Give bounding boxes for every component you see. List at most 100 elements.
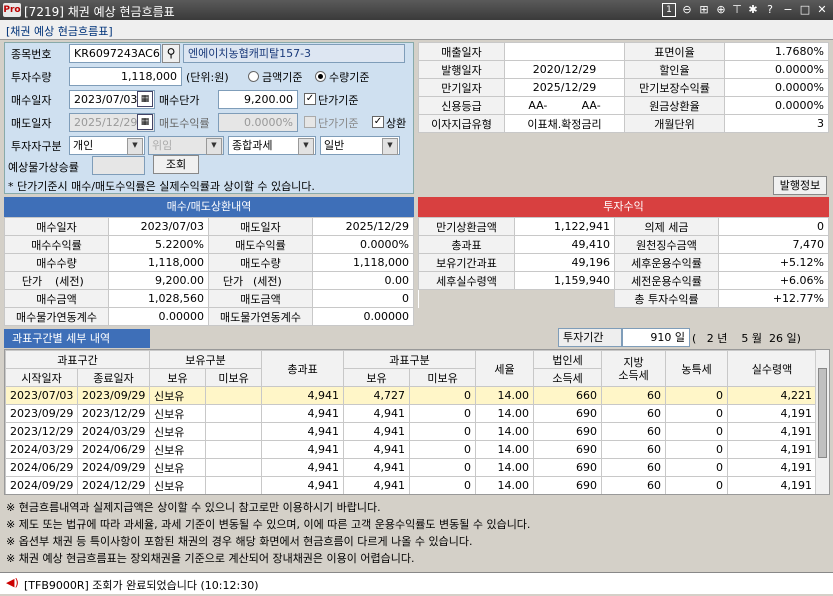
header-own: 보유 bbox=[149, 368, 207, 387]
table-cell: 4,941 bbox=[343, 458, 411, 477]
trade-table: 매수일자 2023/07/03 매도일자 2025/12/29 매수수익률 5.2200%… bbox=[4, 217, 414, 326]
table-cell: 2023/09/29 bbox=[76, 386, 151, 405]
table-cell: 2024/09/29 bbox=[5, 476, 78, 494]
detail-tab[interactable]: 과표구간별 세부 내역 bbox=[4, 329, 150, 348]
trade-label-sub: (세전) bbox=[55, 274, 84, 288]
qty-radio[interactable] bbox=[315, 71, 326, 82]
calendar-icon[interactable]: ▦ bbox=[137, 91, 153, 107]
returns-empty bbox=[418, 289, 615, 308]
table-cell: 60 bbox=[601, 440, 667, 459]
table-cell: 60 bbox=[601, 458, 667, 477]
returns-value: +12.77% bbox=[718, 289, 829, 308]
trade-label: 매도금액 bbox=[208, 289, 313, 308]
amount-radio[interactable] bbox=[248, 71, 259, 82]
unit-price2-checkbox[interactable] bbox=[304, 116, 316, 128]
entrust-select[interactable]: 위임 bbox=[148, 136, 224, 155]
header-not-own2: 미보유 bbox=[409, 368, 477, 387]
code-input[interactable]: KR6097243AC6 bbox=[69, 44, 161, 63]
trade-row: 매수일자 2023/07/03 매도일자 2025/12/29 bbox=[4, 217, 414, 236]
table-cell: 0 bbox=[409, 404, 477, 423]
pin-icon[interactable]: ⊤ bbox=[730, 3, 744, 17]
table-cell: 4,221 bbox=[727, 386, 818, 405]
trade-label: 매수수량 bbox=[4, 253, 109, 272]
calendar-icon[interactable]: ▦ bbox=[137, 114, 153, 130]
title-bar: Pro [7219] 채권 예상 현금흐름표 1 ⊖ ⊞ ⊕ ⊤ ✱ ? − □… bbox=[0, 0, 833, 20]
zoom-in-icon[interactable]: ⊕ bbox=[714, 3, 728, 17]
trade-row: 단가 (세전) 9,200.00 단가 (세전) 0.00 bbox=[4, 271, 414, 290]
trade-label: 단가 (세전) bbox=[208, 271, 313, 290]
bond-info-label: 매출일자 bbox=[418, 42, 505, 61]
returns-value: 49,196 bbox=[514, 253, 615, 272]
table-cell: 2024/09/29 bbox=[76, 458, 151, 477]
bond-info-label: 할인율 bbox=[624, 60, 725, 79]
query-button[interactable]: 조회 bbox=[153, 155, 199, 174]
issue-info-button[interactable]: 발행정보 bbox=[773, 176, 827, 195]
bond-info-label: 표면이율 bbox=[624, 42, 725, 61]
returns-header: 투자수익 bbox=[418, 197, 829, 217]
trade-label-main: 단가 bbox=[222, 274, 244, 288]
table-cell: 2023/12/29 bbox=[76, 404, 151, 423]
sell-yield-input[interactable]: 0.0000% bbox=[218, 113, 298, 132]
trade-label: 매도수익률 bbox=[208, 235, 313, 254]
trade-label: 매수금액 bbox=[4, 289, 109, 308]
table-cell: 2023/09/29 bbox=[5, 404, 78, 423]
table-cell: 4,191 bbox=[727, 404, 818, 423]
trade-value: 1,028,560 bbox=[108, 289, 209, 308]
returns-label: 만기상환금액 bbox=[418, 217, 515, 236]
table-row[interactable]: 2023/12/29 2024/03/29 신보유 4,941 4,941 0 14.00 6… bbox=[5, 422, 818, 441]
bond-info-value: 1.7680% bbox=[724, 42, 829, 61]
maximize-icon[interactable]: □ bbox=[798, 3, 812, 17]
qty-input[interactable]: 1,118,000 bbox=[69, 67, 182, 86]
general-select[interactable]: 일반 bbox=[320, 136, 400, 155]
table-cell: 0 bbox=[409, 458, 477, 477]
code-name: 엔에이치농협캐피탈157-3 bbox=[183, 44, 405, 63]
table-row[interactable]: 2023/07/03 2023/09/29 신보유 4,941 4,727 0 14.00 6… bbox=[5, 386, 818, 405]
trade-label-sub: (세전) bbox=[253, 274, 282, 288]
table-cell: 0 bbox=[665, 422, 729, 441]
table-cell: 4,191 bbox=[727, 422, 818, 441]
page-number-button[interactable]: 1 bbox=[662, 3, 676, 17]
table-cell bbox=[205, 458, 263, 477]
help-icon[interactable]: ? bbox=[763, 3, 777, 17]
table-row[interactable]: 2024/09/29 2024/12/29 신보유 4,941 4,941 0 14.00 6… bbox=[5, 476, 818, 494]
trade-value: 1,118,000 bbox=[108, 253, 209, 272]
credit-rating-1: AA- bbox=[528, 99, 548, 112]
table-row[interactable]: 2024/06/29 2024/09/29 신보유 4,941 4,941 0 14.00 6… bbox=[5, 458, 818, 477]
zoom-out-icon[interactable]: ⊖ bbox=[680, 3, 694, 17]
bond-info-value: AA- AA- bbox=[504, 96, 625, 115]
returns-value: +6.06% bbox=[718, 271, 829, 290]
tax-select[interactable]: 종합과세 bbox=[228, 136, 316, 155]
bond-info-label: 만기보장수익률 bbox=[624, 78, 725, 97]
table-row[interactable]: 2024/03/29 2024/06/29 신보유 4,941 4,941 0 14.00 6… bbox=[5, 440, 818, 459]
minimize-icon[interactable]: − bbox=[781, 3, 795, 17]
redeem-checkbox[interactable]: ✓ bbox=[372, 116, 384, 128]
scrollbar-thumb[interactable] bbox=[818, 368, 827, 458]
vertical-scrollbar[interactable] bbox=[815, 350, 829, 494]
bond-info-value bbox=[504, 42, 625, 61]
link-icon[interactable]: ⊞ bbox=[697, 3, 711, 17]
trade-value: 2025/12/29 bbox=[312, 217, 414, 236]
investor-select[interactable]: 개인 bbox=[69, 136, 145, 155]
exp-rate-input[interactable] bbox=[92, 156, 145, 175]
trade-value: 1,118,000 bbox=[312, 253, 414, 272]
settings-icon[interactable]: ✱ bbox=[746, 3, 760, 17]
header-not-own: 미보유 bbox=[205, 368, 263, 387]
bond-info-value: 0.0000% bbox=[724, 96, 829, 115]
search-icon[interactable]: ⚲ bbox=[162, 44, 180, 63]
detail-grid: 과표구간 보유구분 총과표 과표구분 세율 법인세 지방 소득세 농특세 실수령… bbox=[4, 349, 830, 495]
trade-label: 매도수량 bbox=[208, 253, 313, 272]
unit-price-checkbox[interactable]: ✓ bbox=[304, 93, 316, 105]
returns-row: 총 투자수익률 +12.77% bbox=[418, 289, 829, 308]
returns-row: 총과표 49,410 원천징수금액 7,470 bbox=[418, 235, 829, 254]
returns-label: 의제 세금 bbox=[614, 217, 719, 236]
close-icon[interactable]: ✕ bbox=[815, 3, 829, 17]
header-hold-type: 보유구분 bbox=[149, 350, 263, 369]
buy-price-input[interactable]: 9,200.00 bbox=[218, 90, 298, 109]
table-cell: 0 bbox=[665, 458, 729, 477]
table-row[interactable]: 2023/09/29 2023/12/29 신보유 4,941 4,941 0 14.00 6… bbox=[5, 404, 818, 423]
app-logo: Pro bbox=[3, 3, 21, 17]
table-cell: 0 bbox=[665, 476, 729, 494]
returns-label: 보유기간과표 bbox=[418, 253, 515, 272]
sell-date-label: 매도일자 bbox=[11, 117, 52, 130]
qty-label: 투자수량 bbox=[11, 71, 52, 84]
